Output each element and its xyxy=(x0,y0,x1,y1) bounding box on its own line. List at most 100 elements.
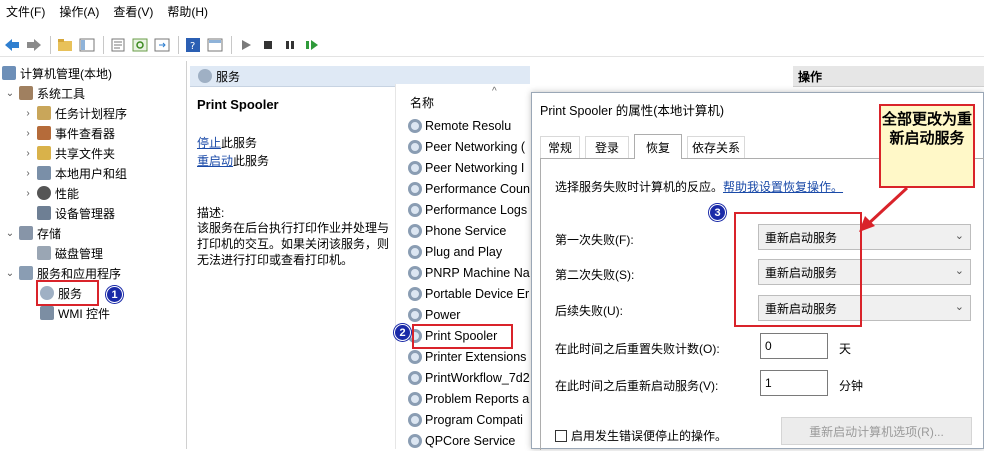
menu-action[interactable]: 操作(A) xyxy=(59,3,99,20)
start-service-icon[interactable] xyxy=(236,35,256,55)
chevron-down-icon[interactable]: ⌄ xyxy=(4,88,16,99)
gear-icon xyxy=(198,69,212,83)
restart-minutes-input[interactable]: 1 xyxy=(760,370,828,396)
tree-item-task-scheduler[interactable]: › 任务计划程序 xyxy=(22,103,127,123)
tree-item-label: 服务和应用程序 xyxy=(37,266,122,281)
list-item[interactable]: Plug and Play xyxy=(408,242,502,262)
shared-folder-icon xyxy=(37,146,51,160)
recovery-intro-text: 选择服务失败时计算机的反应。 xyxy=(555,180,724,194)
gear-icon xyxy=(408,203,422,217)
tree-item-performance[interactable]: › 性能 xyxy=(22,183,79,203)
back-icon[interactable] xyxy=(2,35,22,55)
gear-icon xyxy=(408,140,422,154)
services-header-title: 服务 xyxy=(216,69,241,84)
show-hide-tree-icon[interactable] xyxy=(77,35,97,55)
list-item[interactable]: Peer Networking I xyxy=(408,158,524,178)
list-item[interactable]: Problem Reports a xyxy=(408,389,529,409)
tab-recovery[interactable]: 恢复 xyxy=(634,134,682,159)
gear-icon xyxy=(408,287,422,301)
chevron-down-icon[interactable]: ⌄ xyxy=(4,228,16,239)
list-item[interactable]: Peer Networking ( xyxy=(408,137,525,157)
stop-service-link[interactable]: 停止 xyxy=(197,136,221,150)
gear-icon xyxy=(408,119,422,133)
stop-on-error-checkbox[interactable] xyxy=(555,429,567,442)
list-item[interactable]: PrintWorkflow_7d2 xyxy=(408,368,530,388)
gear-icon xyxy=(408,224,422,238)
clock-icon xyxy=(37,106,51,120)
list-item[interactable]: PNRP Machine Na xyxy=(408,263,530,283)
tree-item-local-users[interactable]: › 本地用户和组 xyxy=(22,163,127,183)
pause-service-icon[interactable] xyxy=(280,35,300,55)
tree-item-label: 设备管理器 xyxy=(55,206,116,221)
step-badge-2: 2 xyxy=(394,324,411,341)
resume-service-icon[interactable] xyxy=(302,35,322,55)
chevron-right-icon[interactable]: › xyxy=(22,128,34,139)
gear-icon xyxy=(408,266,422,280)
list-item[interactable]: QPCore Service xyxy=(408,431,515,451)
restart-service-link[interactable]: 重启动 xyxy=(197,154,233,168)
chevron-down-icon[interactable]: ⌄ xyxy=(4,268,16,279)
storage-icon xyxy=(19,226,33,240)
tree-item-storage[interactable]: ⌄ 存储 xyxy=(4,223,61,243)
tools-icon xyxy=(19,86,33,100)
svg-text:?: ? xyxy=(190,41,195,52)
reset-count-unit: 天 xyxy=(839,342,852,356)
sort-arrow-icon: ^ xyxy=(492,86,497,97)
tree-item-system-tools[interactable]: ⌄ 系统工具 xyxy=(4,83,85,103)
list-item[interactable]: Printer Extensions xyxy=(408,347,526,367)
gear-icon xyxy=(408,413,422,427)
stop-on-error-label: 启用发生错误便停止的操作。 xyxy=(571,429,728,443)
actions-header: 操作 xyxy=(793,66,984,87)
list-item[interactable]: Phone Service xyxy=(408,221,506,241)
highlight-box-print-spooler xyxy=(412,324,513,349)
menu-help[interactable]: 帮助(H) xyxy=(167,3,208,20)
chevron-right-icon[interactable]: › xyxy=(22,188,34,199)
stop-service-icon[interactable] xyxy=(258,35,278,55)
forward-icon[interactable] xyxy=(24,35,44,55)
help-icon[interactable]: ? xyxy=(183,35,203,55)
list-item[interactable]: Remote Resolu xyxy=(408,116,511,136)
gear-icon xyxy=(408,182,422,196)
refresh-icon[interactable] xyxy=(130,35,150,55)
reset-count-label: 在此时间之后重置失败计数(O): xyxy=(555,342,720,356)
reset-count-input[interactable]: 0 xyxy=(760,333,828,359)
properties-icon[interactable] xyxy=(108,35,128,55)
tree-item-label: 存储 xyxy=(37,226,62,241)
menu-file[interactable]: 文件(F) xyxy=(6,3,45,20)
list-item[interactable]: Performance Logs xyxy=(408,200,527,220)
tree-item-root[interactable]: 计算机管理(本地) xyxy=(2,63,112,83)
toolbar-divider xyxy=(50,35,51,54)
description-label: 描述: xyxy=(197,206,225,220)
tree-item-shared-folders[interactable]: › 共享文件夹 xyxy=(22,143,115,163)
export-list-icon[interactable] xyxy=(152,35,172,55)
tab-logon[interactable]: 登录 xyxy=(585,136,629,158)
chevron-down-icon: ⌄ xyxy=(954,230,964,242)
users-icon xyxy=(37,166,51,180)
chevron-down-icon: ⌄ xyxy=(954,265,964,277)
chevron-right-icon[interactable]: › xyxy=(22,148,34,159)
list-item[interactable]: Program Compati xyxy=(408,410,523,430)
tab-general[interactable]: 常规 xyxy=(540,136,580,158)
tree-item-label: 本地用户和组 xyxy=(55,166,128,181)
restart-service-line: 重启动此服务 xyxy=(197,152,269,169)
highlight-box-failure-actions xyxy=(734,212,862,327)
chevron-right-icon[interactable]: › xyxy=(22,108,34,119)
stop-on-error-option[interactable]: 启用发生错误便停止的操作。 xyxy=(555,427,727,444)
tree-item-disk-management[interactable]: 磁盘管理 xyxy=(37,243,103,263)
list-item[interactable]: Power xyxy=(408,305,460,325)
help-link[interactable]: 帮助我设置恢复操作。 xyxy=(723,180,843,194)
chevron-right-icon[interactable]: › xyxy=(22,168,34,179)
tree-item-event-viewer[interactable]: › 事件查看器 xyxy=(22,123,115,143)
menu-view[interactable]: 查看(V) xyxy=(113,3,153,20)
column-header-name[interactable]: 名称 xyxy=(410,94,434,111)
restart-computer-options-button[interactable]: 重新启动计算机选项(R)... xyxy=(781,417,972,445)
tree-item-device-manager[interactable]: 设备管理器 xyxy=(37,203,115,223)
tab-dependencies[interactable]: 依存关系 xyxy=(687,136,745,158)
tree-item-label: 性能 xyxy=(55,186,80,201)
tree-item-wmi[interactable]: WMI 控件 xyxy=(40,303,110,323)
console-icon[interactable] xyxy=(205,35,225,55)
list-item[interactable]: Portable Device Er xyxy=(408,284,529,304)
subsequent-failure-label: 后续失败(U): xyxy=(555,304,623,318)
folder-up-icon[interactable] xyxy=(55,35,75,55)
list-item[interactable]: Performance Coun xyxy=(408,179,530,199)
